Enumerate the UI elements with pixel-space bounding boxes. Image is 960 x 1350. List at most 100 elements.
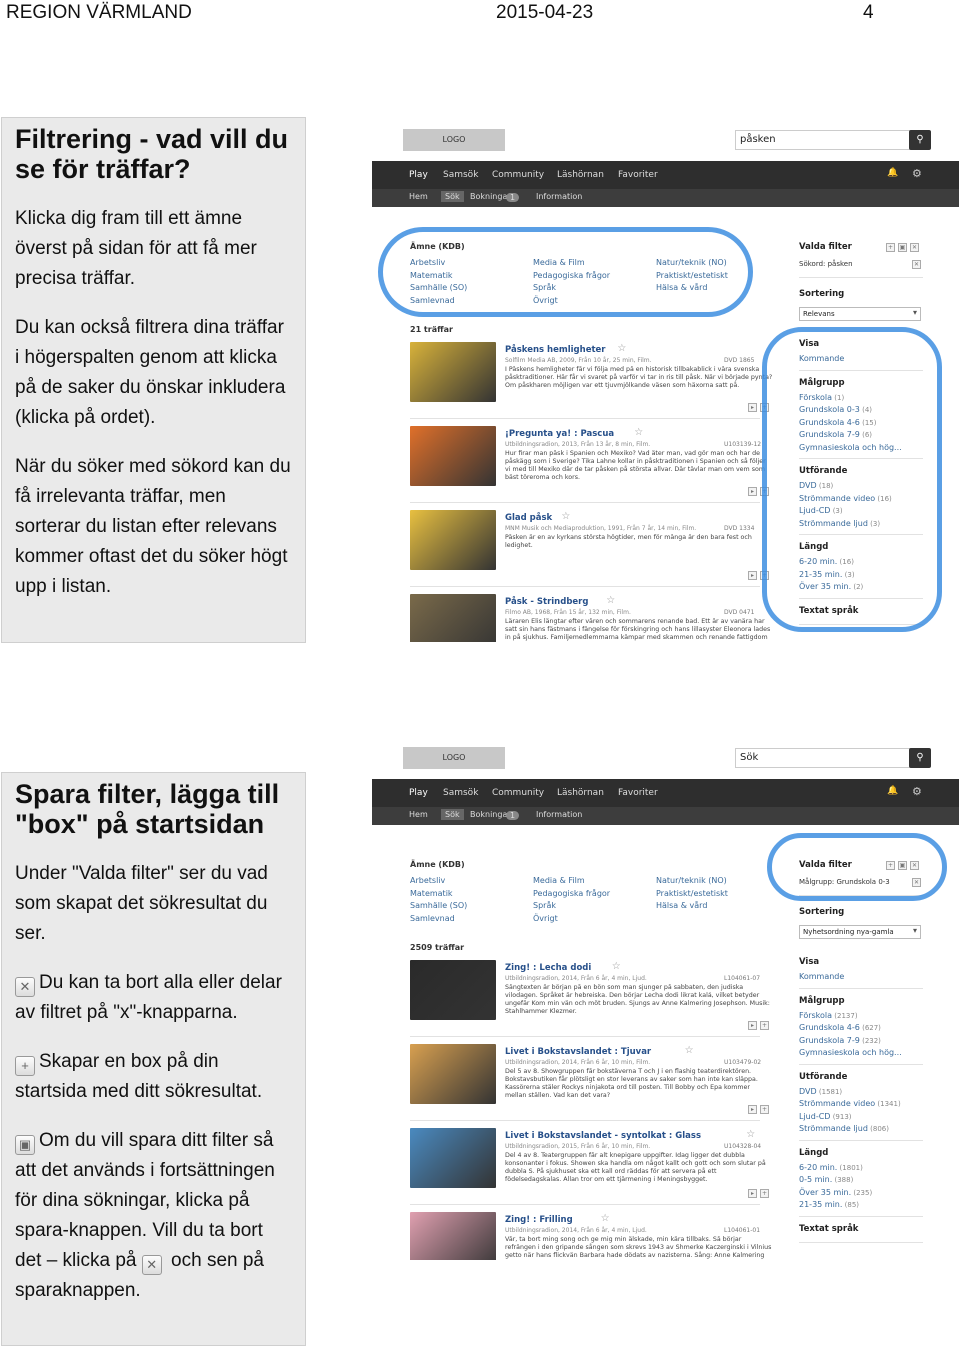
nav-item[interactable]: Läshörnan: [557, 170, 604, 180]
facet-item[interactable]: DVD (1581): [799, 1087, 842, 1096]
subnav-item[interactable]: Bokningar: [470, 192, 511, 201]
search-icon[interactable]: ⚲: [909, 748, 931, 768]
result-title[interactable]: Zing! : Frilling: [505, 1215, 573, 1225]
result-thumbnail: [410, 1128, 496, 1188]
subnav-item[interactable]: Hem: [409, 192, 428, 201]
result-title[interactable]: ¡Pregunta ya! : Pascua: [505, 429, 614, 439]
facet-item[interactable]: Gymnasieskola och hög...: [799, 1048, 902, 1057]
facet-item[interactable]: Förskola (2137): [799, 1011, 858, 1020]
subject-link[interactable]: Språk: [533, 901, 556, 910]
subnav-item[interactable]: Information: [536, 810, 582, 819]
bookings-badge: 1: [506, 811, 520, 820]
nav-item[interactable]: Play: [409, 170, 428, 180]
facet-item[interactable]: Kommande: [799, 972, 844, 981]
search-icon[interactable]: ⚲: [909, 130, 931, 150]
result-thumbnail: [410, 426, 496, 486]
subject-link[interactable]: Matematik: [410, 889, 453, 898]
result-action-icon[interactable]: ▸: [748, 571, 757, 580]
facet-item[interactable]: Ljud-CD (913): [799, 1112, 852, 1121]
result-action-icon[interactable]: ▸: [748, 487, 757, 496]
facet-item[interactable]: 6-20 min. (1801): [799, 1163, 863, 1172]
paragraph: Du kan också filtrera dina träffar i hög…: [15, 317, 286, 428]
star-icon[interactable]: ☆: [612, 961, 621, 972]
subject-link[interactable]: Arbetsliv: [410, 876, 445, 885]
star-icon[interactable]: ☆: [685, 1045, 694, 1056]
result-meta: Filmo AB, 1968, Från 15 år, 132 min, Fil…: [505, 609, 631, 616]
facet-item[interactable]: Strömmande video (1341): [799, 1099, 901, 1108]
star-icon[interactable]: ☆: [634, 427, 643, 438]
nav-item[interactable]: Favoriter: [618, 170, 658, 180]
result-add-icon[interactable]: +: [760, 1021, 769, 1030]
save-filter-info-box: Spara filter, lägga till "box" på starts…: [1, 772, 306, 1346]
nav-item[interactable]: Samsök: [443, 170, 478, 180]
result-action-icon[interactable]: ▸: [748, 1189, 757, 1198]
subject-link[interactable]: Pedagogiska frågor: [533, 889, 610, 898]
subject-link[interactable]: Media & Film: [533, 876, 585, 885]
result-code: DVD 1334: [724, 525, 755, 532]
sort-select[interactable]: Relevans: [799, 307, 921, 321]
subject-link[interactable]: Övrigt: [533, 914, 558, 923]
star-icon[interactable]: ☆: [561, 511, 570, 522]
facet-heading: Längd: [799, 1147, 829, 1158]
divider: [799, 1241, 923, 1243]
subject-link[interactable]: Natur/teknik (NO): [656, 876, 727, 885]
nav-item[interactable]: Community: [492, 788, 544, 798]
facet-item[interactable]: Grundskola 4-6 (627): [799, 1023, 881, 1032]
result-title[interactable]: Påskens hemligheter: [505, 345, 605, 355]
search-screenshot-1: LOGO påsken ⚲ Play Samsök Community Läshörnan F…: [372, 127, 959, 642]
facet-item[interactable]: Strömmande ljud (806): [799, 1124, 889, 1133]
subnav-item[interactable]: Bokningar: [470, 810, 511, 819]
search-input[interactable]: Sök: [735, 748, 911, 768]
result-title[interactable]: Livet i Bokstavslandet : Tjuvar: [505, 1047, 651, 1057]
divider: [410, 1204, 760, 1205]
nav-item[interactable]: Community: [492, 170, 544, 180]
result-action-icon[interactable]: ▸: [748, 403, 757, 412]
gear-icon[interactable]: ⚙: [912, 167, 922, 180]
facet-label: Över 35 min.: [799, 1187, 852, 1197]
subject-link[interactable]: Samhälle (SO): [410, 901, 467, 910]
search-input[interactable]: påsken: [735, 130, 911, 150]
result-add-icon[interactable]: +: [760, 1189, 769, 1198]
subject-link[interactable]: Hälsa & vård: [656, 901, 707, 910]
facet-item[interactable]: Över 35 min. (235): [799, 1188, 872, 1197]
subnav-item[interactable]: Sök: [441, 809, 464, 820]
subnav-item[interactable]: Sök: [441, 191, 464, 202]
subject-link[interactable]: Praktiskt/estetiskt: [656, 889, 728, 898]
facet-item[interactable]: Grundskola 7-9 (232): [799, 1036, 881, 1045]
facet-item[interactable]: 21-35 min. (85): [799, 1200, 859, 1209]
result-code: U103139-12: [724, 441, 762, 448]
star-icon[interactable]: ☆: [746, 1129, 755, 1140]
nav-item[interactable]: Samsök: [443, 788, 478, 798]
add-box-icon[interactable]: +: [886, 243, 895, 252]
star-icon[interactable]: ☆: [617, 343, 626, 354]
result-title[interactable]: Zing! : Lecha dodi: [505, 963, 591, 973]
result-title[interactable]: Glad påsk: [505, 513, 552, 523]
result-title[interactable]: Livet i Bokstavslandet - syntolkat : Gla…: [505, 1131, 701, 1141]
nav-item[interactable]: Favoriter: [618, 788, 658, 798]
result-add-icon[interactable]: +: [760, 1105, 769, 1114]
section-title: Spara filter, lägga till "box" på starts…: [15, 779, 280, 839]
remove-filter-icon[interactable]: ✕: [912, 260, 921, 269]
sort-select[interactable]: Nyhetsordning nya-gamla: [799, 925, 921, 939]
subject-heading: Ämne (KDB): [410, 860, 465, 869]
paragraph-text: Du kan ta bort alla eller delar av filtr…: [15, 972, 282, 1023]
result-action-icon[interactable]: ▸: [748, 1021, 757, 1030]
nav-item[interactable]: Läshörnan: [557, 788, 604, 798]
bell-icon[interactable]: 🔔: [887, 168, 898, 178]
result-title[interactable]: Påsk - Strindberg: [505, 597, 588, 607]
star-icon[interactable]: ☆: [606, 595, 615, 606]
subject-link[interactable]: Samlevnad: [410, 914, 455, 923]
subnav-item[interactable]: Information: [536, 192, 582, 201]
paragraph: Klicka dig fram till ett ämne överst på …: [15, 208, 257, 289]
gear-icon[interactable]: ⚙: [912, 785, 922, 798]
bell-icon[interactable]: 🔔: [887, 786, 898, 796]
facet-highlight: [762, 327, 942, 632]
result-action-icon[interactable]: ▸: [748, 1105, 757, 1114]
save-icon[interactable]: ▣: [898, 243, 907, 252]
star-icon[interactable]: ☆: [601, 1213, 610, 1224]
facet-item[interactable]: 0-5 min. (388): [799, 1175, 853, 1184]
remove-all-icon[interactable]: ✕: [910, 243, 919, 252]
subnav-item[interactable]: Hem: [409, 810, 428, 819]
nav-item[interactable]: Play: [409, 788, 428, 798]
sort-heading: Sortering: [799, 907, 845, 917]
